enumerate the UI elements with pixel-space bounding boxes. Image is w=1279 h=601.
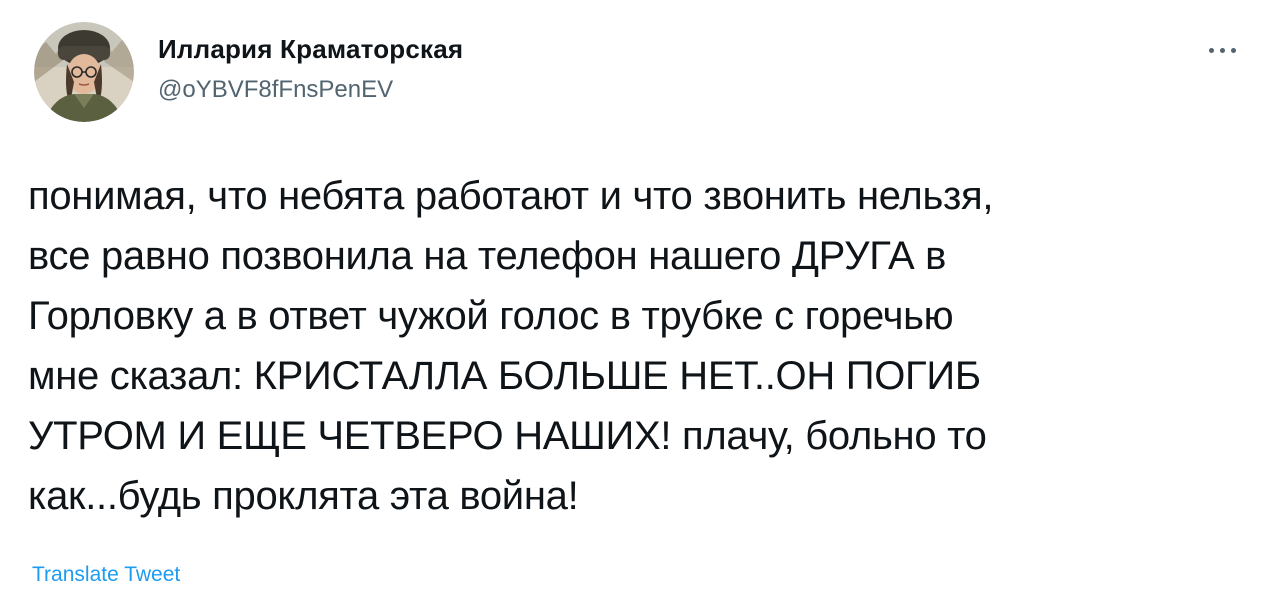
tweet-text-line: понимая, что небята работают и что звони… [28, 174, 994, 218]
more-horizontal-icon [1206, 47, 1239, 53]
tweet-text-line: все равно позвонила на телефон нашего ДР… [28, 234, 947, 278]
author-handle[interactable]: @oYBVF8fFnsPenEV [158, 76, 393, 104]
author-display-name[interactable]: Иллария Краматорская [158, 34, 463, 65]
author-avatar[interactable] [34, 22, 134, 122]
tweet-text-line: Горловку а в ответ чужой голос в трубке … [28, 294, 954, 338]
tweet-text-line: мне сказал: КРИСТАЛЛА БОЛЬШЕ НЕТ..ОН ПОГ… [28, 354, 981, 398]
tweet-text-line: как...будь проклята эта война! [28, 474, 579, 518]
more-options-button[interactable] [1200, 36, 1244, 64]
tweet-text: понимая, что небята работают и что звони… [28, 166, 1253, 526]
avatar-photo-icon [34, 22, 134, 122]
tweet-card: Иллария Краматорская @oYBVF8fFnsPenEV по… [0, 0, 1279, 601]
tweet-text-line: УТРОМ И ЕЩЕ ЧЕТВЕРО НАШИХ! плачу, больно… [28, 414, 987, 458]
translate-tweet-link[interactable]: Translate Tweet [32, 563, 180, 587]
